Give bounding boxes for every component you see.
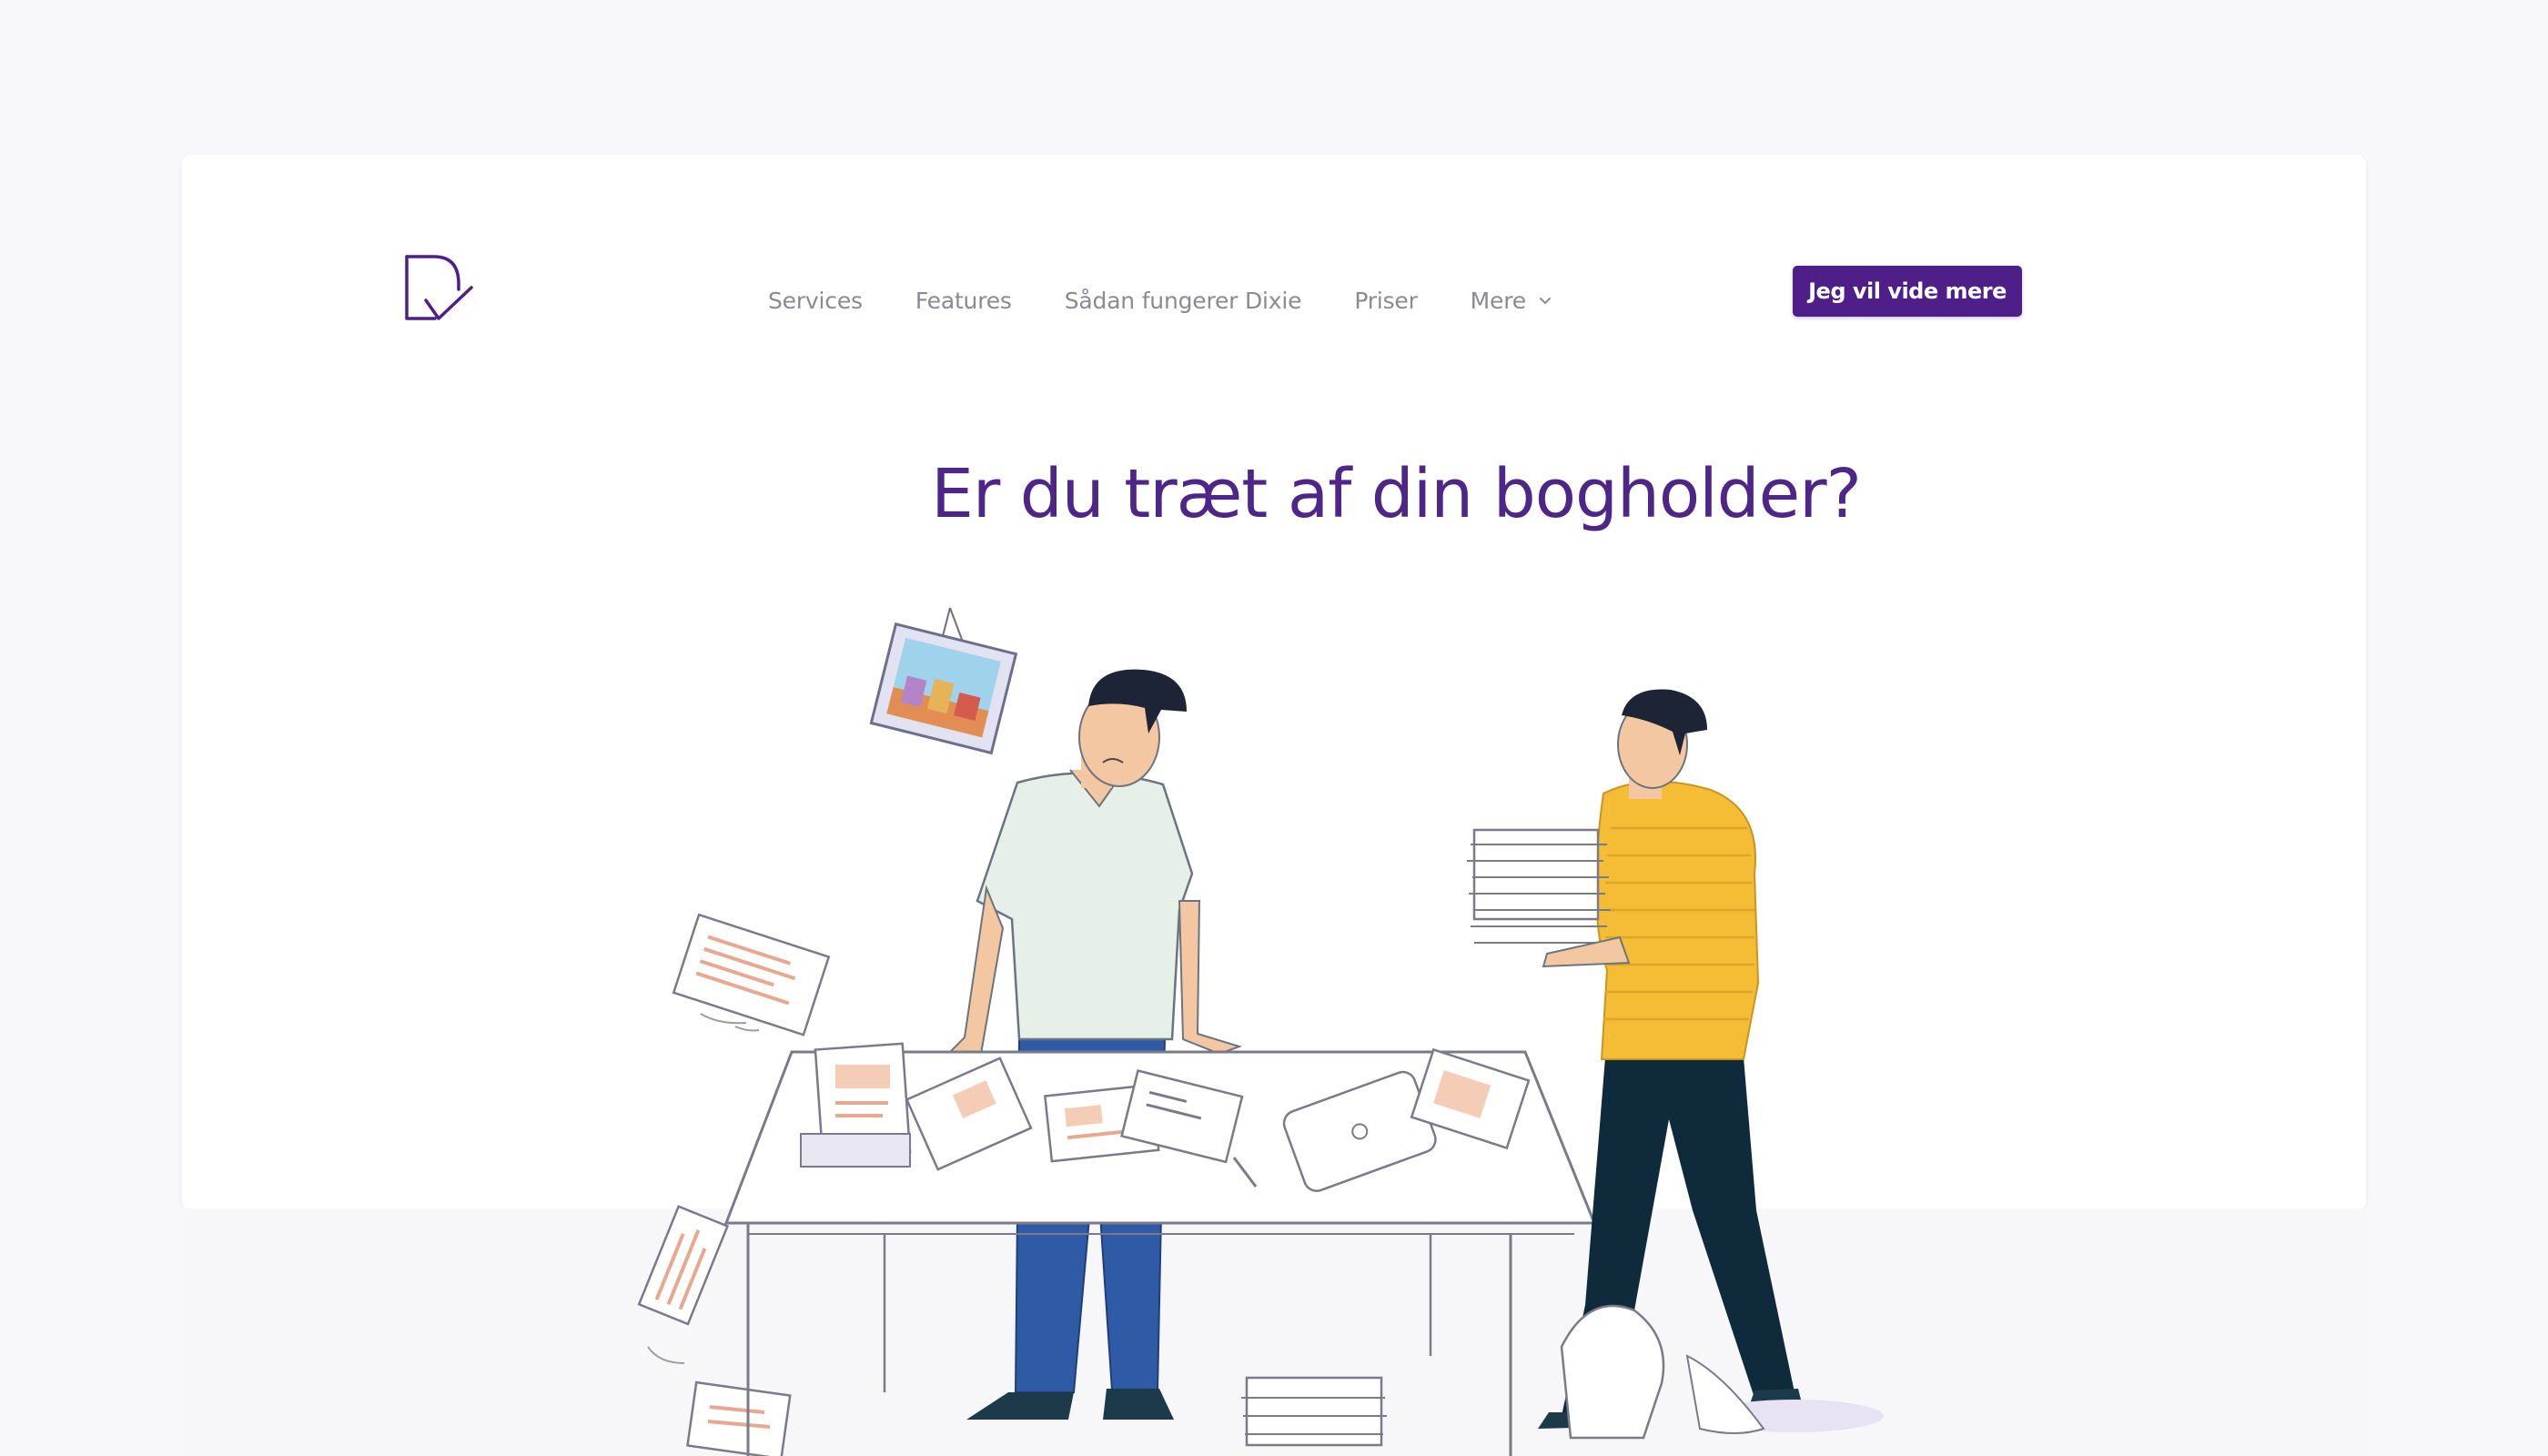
nav-link-services[interactable]: Services — [768, 273, 863, 328]
dixie-logo-check-icon[interactable] — [402, 253, 475, 326]
learn-more-button[interactable]: Jeg vil vide mere — [1793, 266, 2022, 317]
nav-link-label: Services — [768, 287, 863, 314]
nav-link-prices[interactable]: Priser — [1354, 273, 1418, 328]
main-nav: Services Features Sådan fungerer Dixie P… — [768, 273, 1606, 328]
nav-link-features[interactable]: Features — [915, 273, 1012, 328]
hero-card: Services Features Sådan fungerer Dixie P… — [182, 155, 2366, 1210]
chevron-down-icon — [1539, 298, 1551, 304]
nav-link-label: Sådan fungerer Dixie — [1064, 287, 1302, 314]
nav-link-label: Priser — [1354, 287, 1418, 314]
nav-link-label: Features — [915, 287, 1012, 314]
hero-title: Er du træt af din bogholder? — [931, 455, 1862, 533]
nav-link-label: Mere — [1470, 287, 1526, 314]
nav-link-how-it-works[interactable]: Sådan fungerer Dixie — [1065, 273, 1302, 328]
nav-dropdown-more[interactable]: Mere — [1471, 273, 1553, 328]
